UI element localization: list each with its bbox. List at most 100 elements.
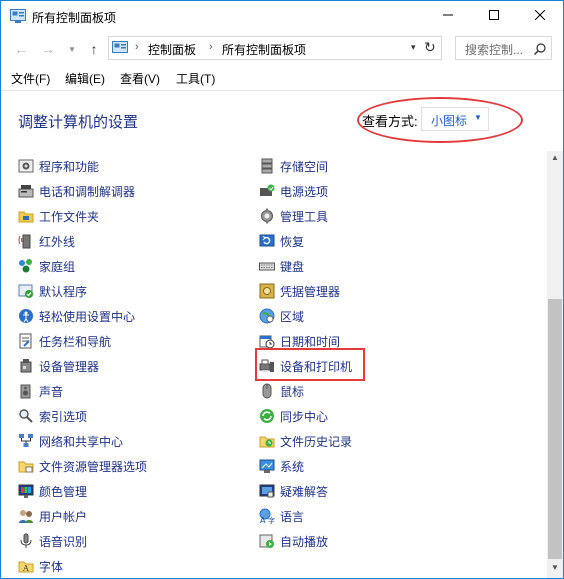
cp-item-label: 红外线 — [39, 234, 76, 249]
search-icon[interactable] — [534, 42, 546, 60]
phone-modem-icon — [18, 183, 34, 199]
maximize-icon — [489, 7, 499, 25]
cp-item-fonts[interactable]: A 字体 — [18, 556, 63, 576]
breadcrumb-all-items[interactable]: 所有控制面板项 — [222, 41, 306, 58]
content-area: 调整计算机的设置 查看方式: 小图标 ▼ 程序和功能 电话和调制解调器 工作文件… — [1, 91, 547, 578]
cp-item-label: 恢复 — [280, 234, 305, 249]
recent-locations-button[interactable]: ▾ — [63, 40, 81, 58]
maximize-button[interactable] — [471, 1, 517, 31]
date-time-icon — [259, 333, 275, 349]
cp-item-label: 键盘 — [280, 259, 305, 274]
cp-item-explorer-options[interactable]: 文件资源管理器选项 — [18, 456, 147, 476]
color-management-icon — [18, 483, 34, 499]
cp-item-color-management[interactable]: 颜色管理 — [18, 481, 87, 501]
cp-item-label: 自动播放 — [280, 534, 329, 549]
breadcrumb-control-panel[interactable]: 控制面板 — [148, 41, 196, 58]
breadcrumb-separator-icon[interactable]: › — [135, 41, 139, 53]
back-button[interactable]: ← — [12, 40, 30, 58]
cp-item-region[interactable]: 区域 — [259, 306, 304, 326]
indexing-icon — [18, 408, 34, 424]
cp-item-phone-modem[interactable]: 电话和调制解调器 — [18, 181, 135, 201]
menu-edit[interactable]: 编辑(E) — [65, 70, 105, 87]
cp-item-keyboard[interactable]: 键盘 — [259, 256, 304, 276]
cp-item-credential-manager[interactable]: 凭据管理器 — [259, 281, 340, 301]
cp-item-mouse[interactable]: 鼠标 — [259, 381, 304, 401]
cp-item-network[interactable]: 网络和共享中心 — [18, 431, 123, 451]
window-title: 所有控制面板项 — [32, 11, 117, 25]
cp-item-user-accounts[interactable]: 用户帐户 — [18, 506, 87, 526]
sound-icon — [18, 383, 34, 399]
menu-tools[interactable]: 工具(T) — [176, 70, 215, 87]
cp-item-indexing[interactable]: 索引选项 — [18, 406, 87, 426]
cp-item-speech-recognition[interactable]: 语音识别 — [18, 531, 87, 551]
address-bar[interactable]: › 控制面板 › 所有控制面板项 ▾ ↻ — [108, 36, 442, 60]
control-panel-icon — [112, 41, 128, 55]
cp-item-programs[interactable]: 程序和功能 — [18, 156, 99, 176]
sync-center-icon — [259, 408, 275, 424]
cp-item-system[interactable]: 系统 — [259, 456, 304, 476]
cp-item-work-folders[interactable]: 工作文件夹 — [18, 206, 99, 226]
menu-view[interactable]: 查看(V) — [120, 70, 160, 87]
view-by-dropdown[interactable]: 小图标 ▼ — [421, 107, 489, 131]
cp-item-homegroup[interactable]: 家庭组 — [18, 256, 75, 276]
scroll-down-icon[interactable]: ▼ — [551, 563, 559, 572]
cp-item-label: 文件资源管理器选项 — [39, 459, 148, 474]
cp-item-label: 字体 — [39, 559, 64, 574]
svg-text:A: A — [22, 564, 29, 573]
autoplay-icon — [259, 533, 275, 549]
system-icon — [259, 458, 275, 474]
cp-item-label: 同步中心 — [280, 409, 329, 424]
default-programs-icon — [18, 283, 34, 299]
cp-item-sound[interactable]: 声音 — [18, 381, 63, 401]
breadcrumb-separator-icon[interactable]: › — [209, 41, 213, 53]
device-manager-icon — [18, 358, 34, 374]
cp-item-label: 电源选项 — [280, 184, 329, 199]
arrow-left-icon: ← — [14, 41, 28, 57]
minimize-button[interactable] — [425, 1, 471, 31]
cp-item-storage-spaces[interactable]: 存储空间 — [259, 156, 328, 176]
close-button[interactable] — [517, 1, 563, 31]
cp-item-ease-of-access[interactable]: 轻松使用设置中心 — [18, 306, 135, 326]
arrow-up-icon: ↑ — [90, 41, 98, 57]
cp-item-troubleshooting[interactable]: 疑难解答 — [259, 481, 328, 501]
scrollbar-thumb[interactable] — [548, 299, 562, 559]
control-panel-window: 所有控制面板项 ← → ▾ ↑ › 控制面板 › 所有控制面板项 ▾ ↻ 搜索控… — [0, 0, 564, 579]
cp-item-device-manager[interactable]: 设备管理器 — [18, 356, 99, 376]
cp-item-label: 日期和时间 — [280, 334, 341, 349]
chevron-down-icon: ▾ — [69, 43, 75, 54]
minimize-icon — [443, 7, 453, 25]
cp-item-recovery[interactable]: 恢复 — [259, 231, 304, 251]
svg-text:字: 字 — [268, 516, 275, 524]
language-icon: A字 — [259, 508, 275, 524]
cp-item-autoplay[interactable]: 自动播放 — [259, 531, 328, 551]
taskbar-icon — [18, 333, 34, 349]
cp-item-infrared[interactable]: 红外线 — [18, 231, 75, 251]
refresh-icon[interactable]: ↻ — [424, 39, 436, 56]
cp-item-sync-center[interactable]: 同步中心 — [259, 406, 328, 426]
credential-manager-icon — [259, 283, 275, 299]
cp-item-label: 设备和打印机 — [280, 359, 353, 374]
cp-item-file-history[interactable]: 文件历史记录 — [259, 431, 352, 451]
vertical-scrollbar[interactable]: ▲ ▼ — [547, 151, 563, 578]
close-icon — [534, 7, 546, 25]
cp-item-label: 鼠标 — [280, 384, 305, 399]
search-box[interactable]: 搜索控制... — [455, 36, 552, 60]
cp-item-default-programs[interactable]: 默认程序 — [18, 281, 87, 301]
cp-item-label: 系统 — [280, 459, 305, 474]
cp-item-language[interactable]: A字 语言 — [259, 506, 304, 526]
menu-file[interactable]: 文件(F) — [11, 70, 50, 87]
troubleshooting-icon — [259, 483, 275, 499]
title-bar[interactable]: 所有控制面板项 — [1, 1, 563, 32]
cp-item-devices-printers[interactable]: 设备和打印机 — [259, 356, 352, 376]
dropdown-arrow-icon: ▼ — [474, 113, 482, 122]
forward-button[interactable]: → — [39, 40, 57, 58]
up-button[interactable]: ↑ — [85, 40, 103, 58]
cp-item-taskbar[interactable]: 任务栏和导航 — [18, 331, 111, 351]
speech-recognition-icon — [18, 533, 34, 549]
cp-item-power-options[interactable]: 电源选项 — [259, 181, 328, 201]
menu-bar: 文件(F) 编辑(E) 查看(V) 工具(T) — [1, 66, 563, 91]
address-dropdown-icon[interactable]: ▾ — [411, 42, 416, 53]
cp-item-date-time[interactable]: 日期和时间 — [259, 331, 340, 351]
scroll-up-icon[interactable]: ▲ — [551, 153, 559, 162]
cp-item-admin-tools[interactable]: 管理工具 — [259, 206, 328, 226]
